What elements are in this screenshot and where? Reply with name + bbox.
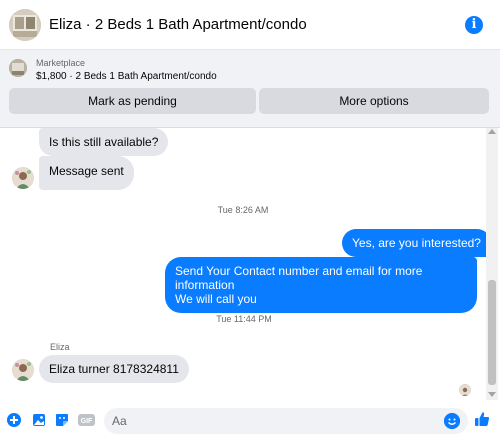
info-icon[interactable]: i xyxy=(465,16,483,34)
message-incoming[interactable]: Is this still available? xyxy=(39,128,169,156)
message-outgoing[interactable]: Yes, are you interested? xyxy=(342,229,491,257)
seen-avatar-icon xyxy=(459,384,471,396)
gif-icon[interactable]: GIF xyxy=(78,413,95,427)
listing-thumbnail xyxy=(9,59,27,77)
emoji-icon[interactable] xyxy=(444,413,460,429)
scrollbar[interactable] xyxy=(486,128,498,400)
sender-name: Eliza xyxy=(50,342,70,352)
chat-header: Eliza · 2 Beds 1 Bath Apartment/condo i xyxy=(0,0,500,50)
message-list: Is this still available? Message sent Tu… xyxy=(0,128,500,406)
thumbs-up-icon[interactable] xyxy=(474,411,490,427)
timestamp: Tue 11:44 PM xyxy=(216,314,272,324)
sticker-icon[interactable] xyxy=(55,413,69,427)
contact-name: Eliza xyxy=(49,16,82,33)
message-line: Send Your Contact number and email for m… xyxy=(175,264,423,292)
avatar[interactable] xyxy=(9,9,41,41)
scroll-up-icon[interactable] xyxy=(488,129,496,134)
message-input-wrapper xyxy=(104,408,468,434)
listing-summary[interactable]: $1,800 · 2 Beds 1 Bath Apartment/condo xyxy=(36,71,217,82)
message-outgoing[interactable]: Send Your Contact number and email for m… xyxy=(165,257,477,313)
message-incoming[interactable]: Eliza turner 8178324811 xyxy=(39,355,189,383)
message-incoming[interactable]: Message sent xyxy=(39,156,134,190)
photo-icon[interactable] xyxy=(32,413,46,427)
message-line: We will call you xyxy=(175,292,257,306)
more-options-button[interactable]: More options xyxy=(259,88,489,114)
sender-avatar xyxy=(12,167,34,189)
conversation-title[interactable]: Eliza · 2 Beds 1 Bath Apartment/condo xyxy=(49,16,307,33)
message-input[interactable] xyxy=(112,408,432,434)
marketplace-label: Marketplace xyxy=(36,58,86,68)
mark-as-pending-button[interactable]: Mark as pending xyxy=(9,88,256,114)
scrollbar-thumb[interactable] xyxy=(488,280,496,385)
scroll-down-icon[interactable] xyxy=(488,392,496,397)
listing-title: 2 Beds 1 Bath Apartment/condo xyxy=(94,16,307,33)
timestamp: Tue 8:26 AM xyxy=(217,205,269,215)
marketplace-card: Marketplace $1,800 · 2 Beds 1 Bath Apart… xyxy=(0,50,500,128)
message-composer: GIF xyxy=(0,406,500,434)
gif-label: GIF xyxy=(81,418,93,425)
sender-avatar xyxy=(12,359,34,381)
plus-icon[interactable] xyxy=(7,413,21,427)
chat-window: Eliza · 2 Beds 1 Bath Apartment/condo i … xyxy=(0,0,500,434)
